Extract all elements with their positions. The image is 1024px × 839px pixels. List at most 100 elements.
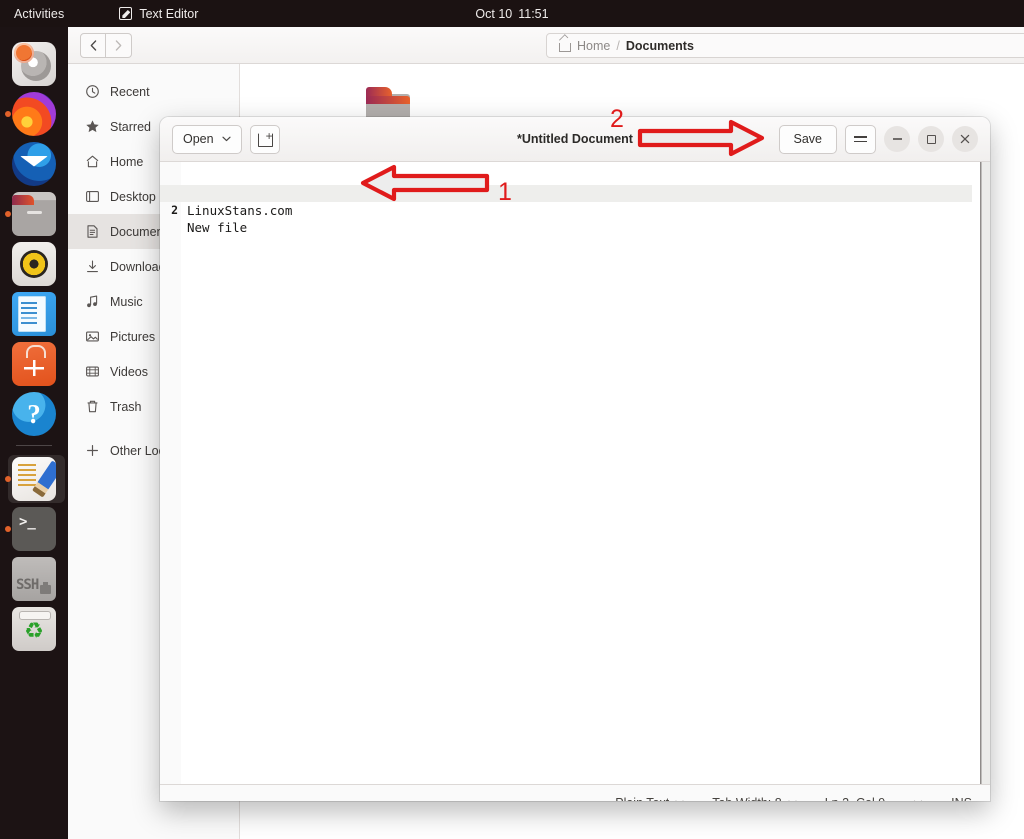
editor-line-1[interactable]: 1 LinuxStans.com: [160, 168, 972, 218]
gnome-top-bar: Activities Text Editor Oct 10 11:51: [0, 0, 1024, 27]
desktop-icon: [85, 189, 100, 204]
dock-item-files[interactable]: [3, 189, 65, 239]
minimize-icon: [892, 138, 902, 140]
sidebar-label: Desktop: [110, 189, 156, 204]
editor-header-bar: Open *Untitled Document Save: [160, 117, 990, 162]
clock-date: Oct 10: [475, 6, 513, 21]
dock-item-text-editor[interactable]: [3, 454, 65, 504]
dock-item-thunderbird[interactable]: [3, 139, 65, 189]
sidebar-item-recent[interactable]: Recent: [68, 74, 239, 109]
editor-line-2[interactable]: 2 New file: [160, 185, 972, 235]
tab-width-label: Tab Width: 8: [712, 796, 781, 801]
files-folder-icon: [12, 192, 56, 236]
forward-button[interactable]: [106, 32, 132, 58]
dock-item-firefox[interactable]: [3, 89, 65, 139]
breadcrumb-documents[interactable]: Documents: [626, 39, 694, 53]
sidebar-label: Music: [110, 294, 143, 309]
libreoffice-writer-icon: [12, 292, 56, 336]
dock-item-ssh[interactable]: [3, 554, 65, 604]
text-editor-pencil-icon: [12, 457, 56, 501]
download-icon: [85, 259, 100, 274]
language-label: Plain Text: [615, 796, 669, 801]
terminal-icon: [12, 507, 56, 551]
sidebar-label: Starred: [110, 119, 151, 134]
trash-icon: [85, 399, 100, 414]
header-right-group: Save: [778, 124, 991, 154]
sidebar-label: Home: [110, 154, 144, 169]
close-button[interactable]: [952, 126, 978, 152]
line-text: New file: [187, 220, 248, 235]
ubuntu-software-icon: [12, 342, 56, 386]
disk-installer-icon: [12, 42, 56, 86]
dock-item-libreoffice-writer[interactable]: [3, 289, 65, 339]
dock-item-trash[interactable]: [3, 604, 65, 654]
clock-time: 11:51: [518, 6, 549, 21]
position-dropdown[interactable]: [913, 800, 923, 801]
dock-item-ubuntu-software[interactable]: [3, 339, 65, 389]
line-number-gutter: [160, 162, 181, 784]
nav-buttons: [80, 32, 132, 58]
new-document-icon: [257, 129, 273, 147]
maximize-icon: [926, 134, 936, 144]
dock-item-ubuntu-installer[interactable]: [3, 39, 65, 89]
maximize-button[interactable]: [918, 126, 944, 152]
tab-width-selector[interactable]: Tab Width: 8: [712, 796, 797, 801]
chevron-down-icon: [788, 800, 797, 801]
home-icon: [85, 154, 100, 169]
cursor-position[interactable]: Ln 2, Col 9: [825, 796, 885, 801]
files-header-bar: Home / Documents: [68, 27, 1024, 64]
picture-icon: [85, 329, 100, 344]
language-selector[interactable]: Plain Text: [615, 796, 684, 801]
dock-item-terminal[interactable]: [3, 504, 65, 554]
rhythmbox-icon: [12, 242, 56, 286]
editor-scrollbar[interactable]: [980, 162, 990, 784]
breadcrumb-separator: /: [616, 38, 620, 53]
chevron-left-icon: [90, 39, 96, 51]
clock[interactable]: Oct 10 11:51: [0, 7, 1024, 21]
open-button[interactable]: Open: [172, 124, 242, 154]
minimize-button[interactable]: [884, 126, 910, 152]
ssh-lock-icon: [12, 557, 56, 601]
running-indicator: [5, 526, 11, 532]
screen: Activities Text Editor Oct 10 11:51 ? >_…: [0, 0, 1024, 839]
sidebar-label: Recent: [110, 84, 150, 99]
ubuntu-dock: ?: [0, 27, 68, 839]
help-question-icon: ?: [12, 392, 56, 436]
chevron-down-icon: [221, 136, 231, 142]
chevron-down-icon: [675, 800, 684, 801]
dock-item-rhythmbox[interactable]: [3, 239, 65, 289]
breadcrumb-home[interactable]: Home: [577, 39, 610, 53]
chevron-right-icon: [115, 39, 122, 51]
breadcrumb[interactable]: Home / Documents: [546, 33, 1024, 58]
home-icon: [559, 40, 571, 52]
editor-status-bar: Plain Text Tab Width: 8 Ln 2, Col 9: [160, 784, 990, 801]
insert-mode-label: INS: [951, 796, 972, 801]
chevron-down-icon: [914, 800, 923, 801]
video-icon: [85, 364, 100, 379]
line-number: 2: [171, 203, 178, 217]
save-button[interactable]: Save: [778, 124, 837, 154]
firefox-icon: [12, 92, 56, 136]
back-button[interactable]: [80, 32, 106, 58]
trash-recycle-icon: [12, 607, 56, 651]
sidebar-label: Trash: [110, 399, 142, 414]
editor-text-area[interactable]: 1 LinuxStans.com 2 New file: [160, 162, 990, 784]
hamburger-menu-icon: [854, 134, 867, 144]
close-icon: [960, 134, 970, 144]
running-indicator: [5, 211, 11, 217]
dock-item-help[interactable]: ?: [3, 389, 65, 439]
insert-mode[interactable]: INS: [951, 796, 972, 801]
star-icon: [85, 119, 100, 134]
open-button-label: Open: [183, 132, 214, 146]
new-document-button[interactable]: [249, 124, 280, 154]
save-button-label: Save: [793, 132, 823, 146]
running-indicator: [5, 111, 11, 117]
sidebar-label: Videos: [110, 364, 148, 379]
document-icon: [85, 224, 100, 239]
main-menu-button[interactable]: [845, 124, 876, 154]
dock-separator: [16, 445, 52, 446]
sidebar-label: Pictures: [110, 329, 156, 344]
thunderbird-mail-icon: [12, 142, 56, 186]
plus-icon: [85, 443, 100, 458]
running-indicator: [5, 476, 11, 482]
